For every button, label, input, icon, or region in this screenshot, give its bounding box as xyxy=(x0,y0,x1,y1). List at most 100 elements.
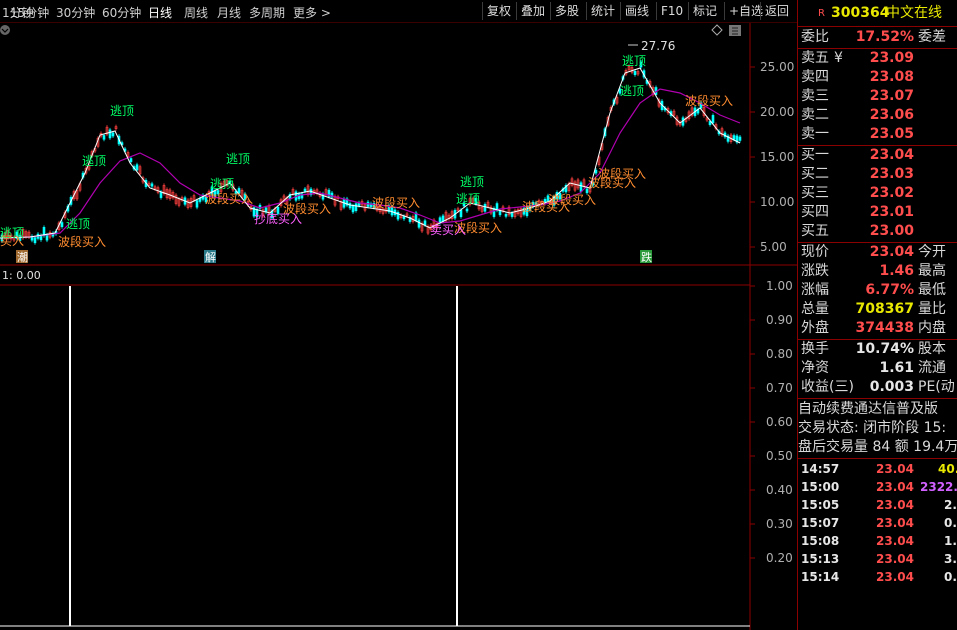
candle-body xyxy=(504,214,508,217)
signal-buy: 波段买入 xyxy=(598,166,646,181)
sub-chart-header: 1: 0.00 xyxy=(2,269,41,282)
bid-5: 买五 23.00 xyxy=(801,223,914,239)
stock-code: 300364 xyxy=(831,5,890,21)
signal-buy: 波段买入 xyxy=(58,234,106,249)
tick-row: 15:13 23.04 3. xyxy=(801,552,957,566)
signal-buy: 波段买入 xyxy=(685,93,733,108)
candle-body xyxy=(33,237,37,244)
candle-body xyxy=(732,135,736,140)
info-line-2: 交易状态: 闭市阶段 15: xyxy=(798,420,947,436)
signal-buy: 买入 xyxy=(0,234,24,248)
bid-4: 买四 23.01 xyxy=(801,204,914,220)
stat-turnover: 换手 10.74% 股本 xyxy=(801,341,946,357)
period-multi[interactable]: 多周期 xyxy=(249,4,285,21)
marker-label: 潮 xyxy=(17,250,28,264)
candle-body xyxy=(108,129,112,139)
signal-escape: 逃顶 xyxy=(226,152,250,166)
stat-pct: 涨幅 6.77% 最低 xyxy=(801,282,946,298)
candle-body xyxy=(135,164,139,171)
settings-icon[interactable] xyxy=(729,25,741,36)
candle-body xyxy=(195,200,199,208)
tick-row: 15:07 23.04 0. xyxy=(801,516,957,530)
ratio-value: 17.52% xyxy=(855,29,914,45)
signal-escape: 逃顶 xyxy=(210,177,234,191)
period-toolbar: 1分钟 15分钟 30分钟 60分钟 日线 周线 月线 多周期 更多 > 复权 … xyxy=(0,0,797,23)
diamond-icon[interactable] xyxy=(711,24,723,36)
tick-row: 14:57 23.04 40. xyxy=(801,462,957,476)
sub-tick: 0.30 xyxy=(766,517,793,531)
stats-button[interactable]: 统计 xyxy=(586,2,619,20)
price-tick: 10.00 xyxy=(760,195,794,209)
candle-body xyxy=(348,203,352,209)
candle-body xyxy=(351,205,355,213)
tick-row: 15:00 23.04 2322. xyxy=(801,480,957,494)
sub-tick: 0.50 xyxy=(766,449,793,463)
candle-body xyxy=(510,212,514,217)
period-weekly[interactable]: 周线 xyxy=(184,4,208,21)
period-daily[interactable]: 日线 xyxy=(148,4,172,21)
bid-1: 买一 23.04 xyxy=(801,147,914,163)
ask-2: 卖二 23.06 xyxy=(801,107,914,123)
period-30min[interactable]: 30分钟 xyxy=(56,4,95,21)
stat-volume: 总量 708367 量比 xyxy=(801,301,946,317)
adjust-button[interactable]: 复权 xyxy=(482,2,515,20)
candle-body xyxy=(354,203,358,211)
ask-4: 卖四 23.08 xyxy=(801,69,914,85)
candle-body xyxy=(45,234,49,241)
f10-button[interactable]: F10 xyxy=(656,2,687,20)
draw-line-button[interactable]: 画线 xyxy=(620,2,653,20)
sub-axis: 1.00 0.90 0.80 0.70 0.60 0.50 0.40 0.30 … xyxy=(750,279,793,565)
tick-row: 15:14 23.04 0. xyxy=(801,570,957,584)
stock-name: 中文在线 xyxy=(886,5,942,21)
overlay-button[interactable]: 叠加 xyxy=(516,2,549,20)
signal-escape: 逃顶 xyxy=(620,84,644,98)
bid-3: 买三 23.02 xyxy=(801,185,914,201)
sub-tick: 1.00 xyxy=(766,279,793,293)
bid-2: 买二 23.03 xyxy=(801,166,914,182)
sub-tick: 0.40 xyxy=(766,483,793,497)
sub-tick: 0.70 xyxy=(766,381,793,395)
tick-row: 15:05 23.04 2. xyxy=(801,498,957,512)
signal-bottom-buy: 抄底买入 xyxy=(254,211,302,226)
info-line-1[interactable]: 自动续费通达信普及版 xyxy=(798,400,957,419)
price-tick: 20.00 xyxy=(760,105,794,119)
candle-body xyxy=(738,136,742,141)
candle-body xyxy=(111,132,115,137)
signal-escape: 逃顶 xyxy=(66,217,90,231)
indicator-spikes xyxy=(69,286,458,626)
multi-stock-button[interactable]: 多股 xyxy=(550,2,583,20)
candle-body xyxy=(465,208,469,212)
ask-1: 卖一 23.05 xyxy=(801,126,914,142)
candle-body xyxy=(129,158,133,162)
chart-area[interactable]: 25.00 20.00 15.00 10.00 5.00 27.76 逃顶 逃顶… xyxy=(0,23,797,630)
period-15min[interactable]: 15分钟 xyxy=(10,4,49,21)
sub-tick: 0.20 xyxy=(766,551,793,565)
collapse-icon[interactable] xyxy=(0,25,10,35)
candle-body xyxy=(579,182,583,192)
ratio-label: 委比 xyxy=(801,29,829,45)
order-ratio-row: 委比 17.52% 委差 xyxy=(798,28,957,47)
candle-body xyxy=(633,70,637,76)
stat-outer: 外盘 374438 内盘 xyxy=(801,320,946,336)
period-60min[interactable]: 60分钟 xyxy=(102,4,141,21)
candle-body xyxy=(459,209,463,218)
period-monthly[interactable]: 月线 xyxy=(217,4,241,21)
candle-body xyxy=(423,220,427,226)
candle-body xyxy=(150,183,154,187)
period-more[interactable]: 更多 > xyxy=(293,4,331,21)
sub-tick: 0.80 xyxy=(766,347,793,361)
back-button[interactable]: 返回 xyxy=(760,2,793,20)
candle-body xyxy=(60,222,64,228)
marker-label: 跌 xyxy=(641,250,652,264)
event-markers: 潮 解 跌 xyxy=(16,250,652,264)
info-line-3: 盘后交易量 84 额 19.4万 xyxy=(798,439,957,455)
signal-escape: 逃顶 xyxy=(110,104,134,118)
bottom-buy-signals: 抄底买入 卖买入 xyxy=(254,211,466,237)
mark-button[interactable]: 标记 xyxy=(688,2,721,20)
quote-header: R 300364 中文在线 xyxy=(798,4,957,24)
price-tick: 15.00 xyxy=(760,150,794,164)
ask-3: 卖三 23.07 xyxy=(801,88,914,104)
badge-r: R xyxy=(818,8,825,19)
price-axis: 25.00 20.00 15.00 10.00 5.00 xyxy=(750,60,794,254)
candle-body xyxy=(594,169,598,174)
